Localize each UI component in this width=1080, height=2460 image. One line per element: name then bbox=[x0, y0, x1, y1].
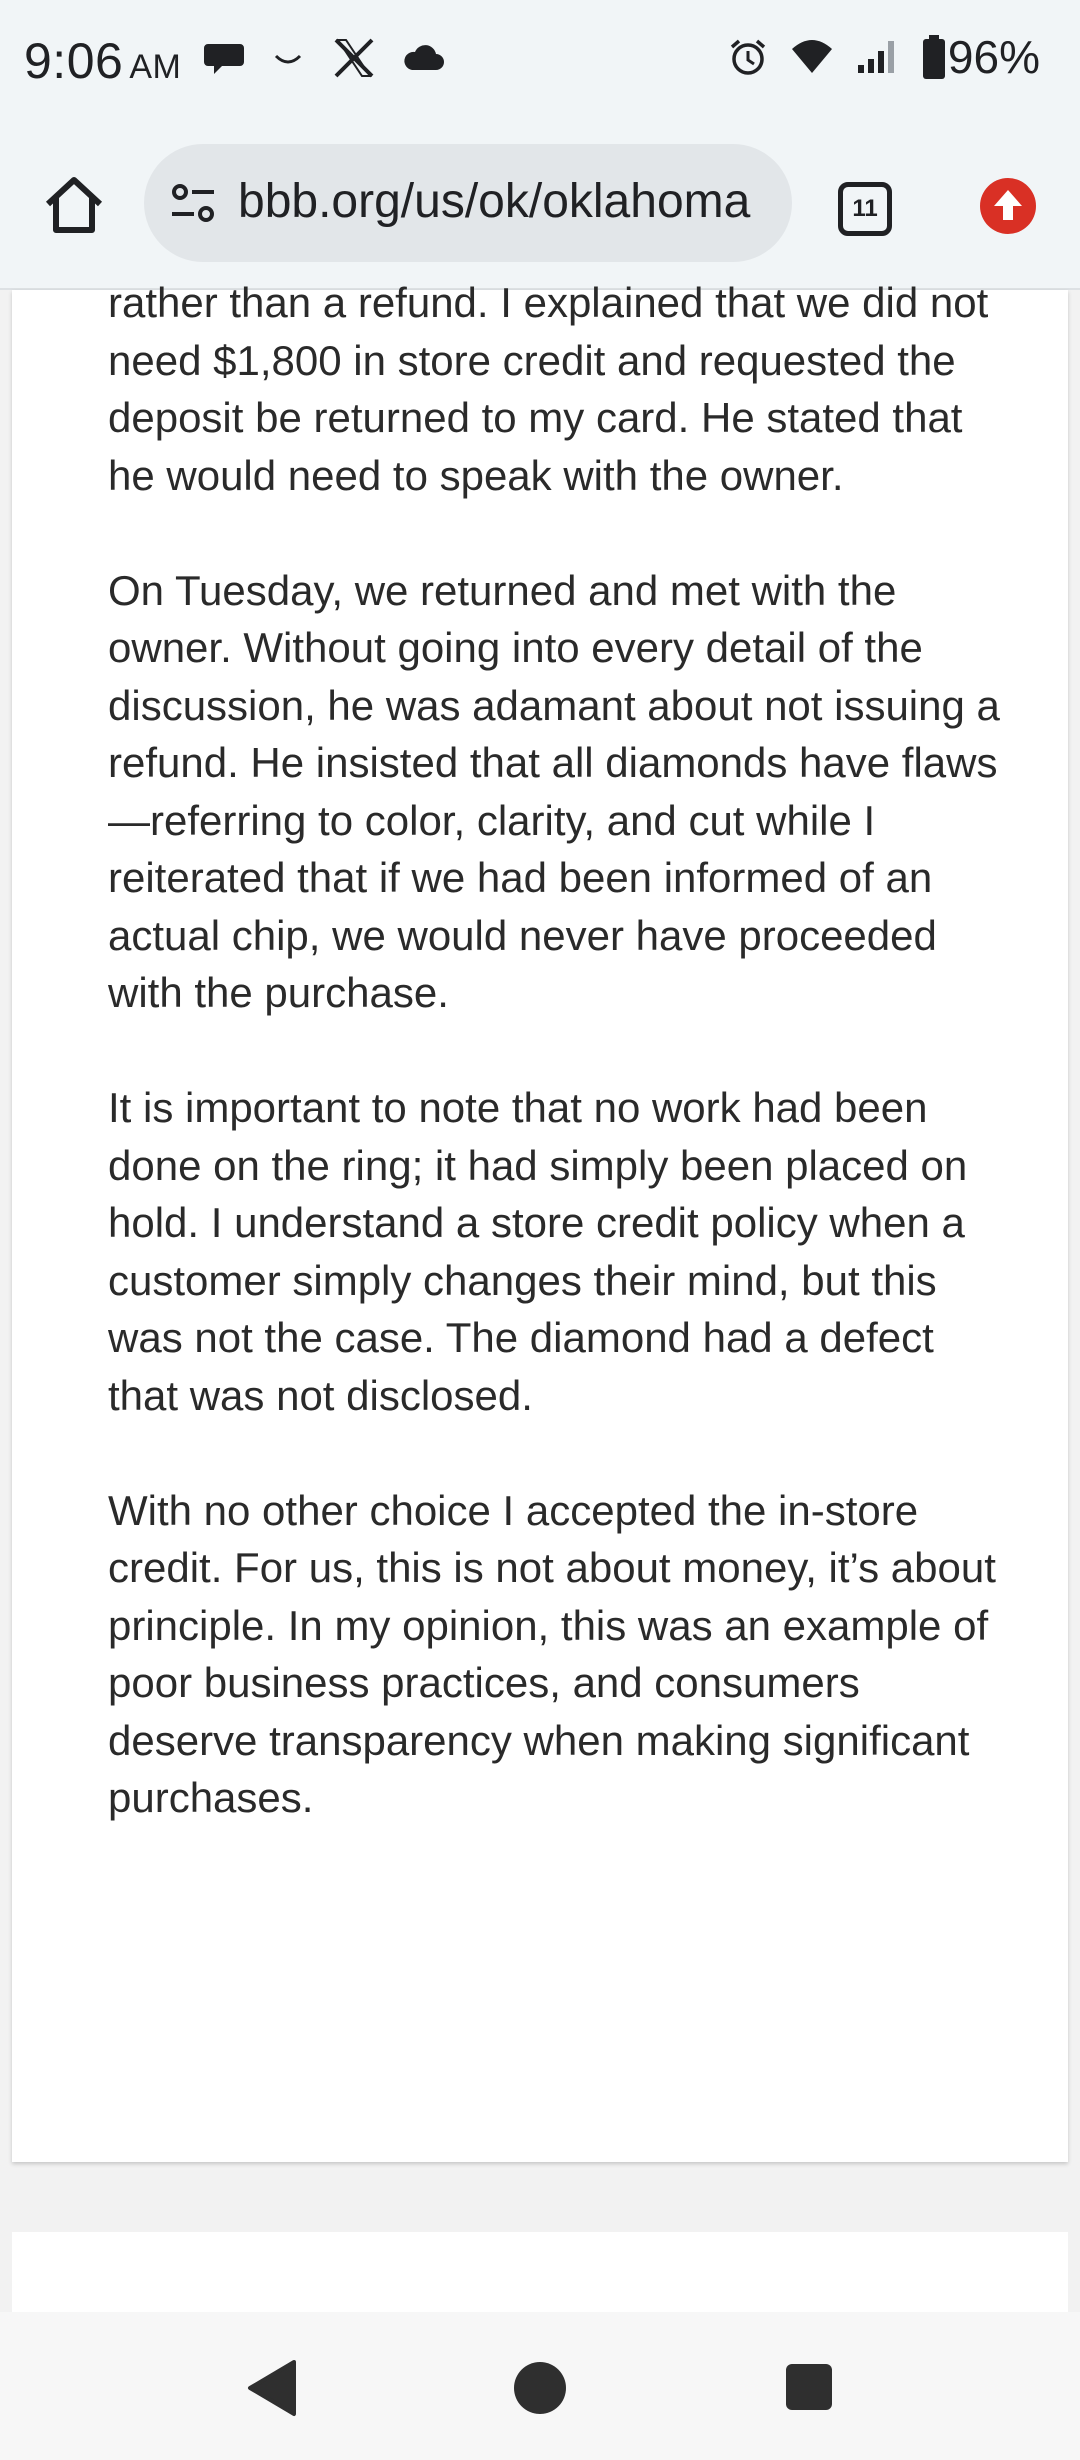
review-paragraph: It is important to note that no work had… bbox=[108, 1084, 968, 1419]
home-icon[interactable] bbox=[40, 172, 108, 240]
review-paragraph: On Tuesday, we returned and met with the… bbox=[108, 566, 1000, 1017]
system-nav-bar bbox=[0, 2312, 1080, 2460]
cloud-icon bbox=[404, 45, 444, 70]
review-body: rather than a refund. I explained that w… bbox=[108, 274, 1008, 1884]
url-text: bbb.org/us/ok/oklahoma bbox=[238, 175, 751, 228]
notification-icons bbox=[204, 36, 446, 80]
tab-switcher-button[interactable]: 11 bbox=[838, 182, 892, 236]
recents-button[interactable] bbox=[786, 2364, 832, 2410]
next-review-card bbox=[12, 2232, 1068, 2312]
time-text: 9:06 bbox=[24, 33, 124, 89]
chat-bubble-icon bbox=[204, 44, 244, 74]
address-bar[interactable]: bbb.org/us/ok/oklahoma bbox=[144, 144, 792, 262]
status-bar: 9:06 AM 96% bbox=[0, 0, 1080, 128]
review-paragraph: With no other choice I accepted the in-s… bbox=[108, 1486, 996, 1822]
back-icon[interactable] bbox=[244, 2358, 300, 2418]
site-settings-icon[interactable] bbox=[168, 178, 218, 228]
home-button[interactable] bbox=[514, 2362, 566, 2414]
smile-icon bbox=[274, 54, 302, 64]
signal-icon bbox=[857, 41, 894, 73]
battery-icon bbox=[922, 35, 945, 79]
x-logo-icon bbox=[334, 38, 374, 78]
review-card: rather than a refund. I explained that w… bbox=[12, 279, 1068, 2162]
browser-toolbar: bbb.org/us/ok/oklahoma 11 bbox=[0, 128, 1080, 290]
review-paragraph: rather than a refund. I explained that w… bbox=[108, 279, 989, 499]
system-icons: 96% bbox=[728, 30, 1040, 84]
battery-percent: 96% bbox=[947, 31, 1040, 83]
status-time: 9:06 AM bbox=[24, 32, 181, 90]
wifi-icon bbox=[791, 40, 832, 73]
ampm-text: AM bbox=[129, 48, 182, 86]
upgrade-icon[interactable] bbox=[978, 176, 1038, 236]
alarm-icon bbox=[730, 39, 766, 75]
